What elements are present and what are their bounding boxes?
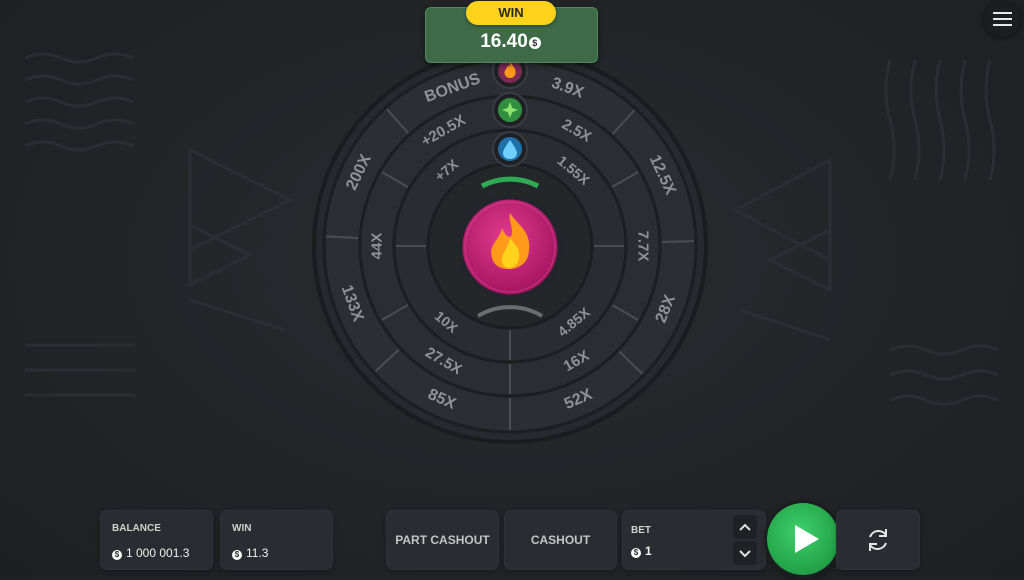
coin-icon: $ — [112, 550, 122, 560]
part-cashout-label: PART CASHOUT — [395, 533, 490, 547]
bet-decrease-button[interactable] — [733, 541, 757, 565]
autoplay-button[interactable] — [837, 511, 919, 569]
bet-value[interactable]: $1 — [631, 544, 652, 558]
win-label: WIN — [466, 1, 556, 25]
play-button[interactable] — [767, 503, 839, 575]
multiplier-wheel: BONUS 3.9X12.5X28X52X85X133X200X+20.5X 2.5… — [312, 48, 708, 444]
pointer-icons — [492, 53, 528, 167]
balance-value: $1 000 001.3 — [112, 546, 189, 560]
balance-panel: BALANCE $1 000 001.3 — [101, 511, 212, 569]
refresh-icon — [869, 529, 887, 551]
chevron-up-icon — [739, 523, 751, 531]
balance-label: BALANCE — [112, 523, 161, 534]
coin-icon: $ — [631, 548, 641, 558]
win-panel-label: WIN — [232, 523, 252, 534]
wheel-multiplier-label: 44X — [369, 233, 386, 260]
coin-icon: $ — [232, 550, 242, 560]
win-panel-value: $11.3 — [232, 546, 268, 560]
cashout-label: CASHOUT — [530, 533, 591, 547]
win-panel: WIN $11.3 — [221, 511, 332, 569]
bet-increase-button[interactable] — [733, 515, 757, 539]
bet-label: BET — [631, 525, 651, 536]
wheel-multiplier-label: 7.7X — [635, 231, 652, 262]
bet-panel: BET $1 — [623, 511, 765, 569]
win-amount: 16.40 $ — [425, 31, 596, 53]
chevron-down-icon — [739, 550, 751, 558]
part-cashout-button[interactable]: PART CASHOUT — [387, 511, 498, 569]
play-icon — [795, 525, 819, 553]
coin-icon: $ — [528, 37, 541, 49]
hamburger-menu-icon[interactable] — [983, 1, 1021, 37]
cashout-button[interactable]: CASHOUT — [505, 511, 616, 569]
wheel-divider — [661, 240, 694, 244]
